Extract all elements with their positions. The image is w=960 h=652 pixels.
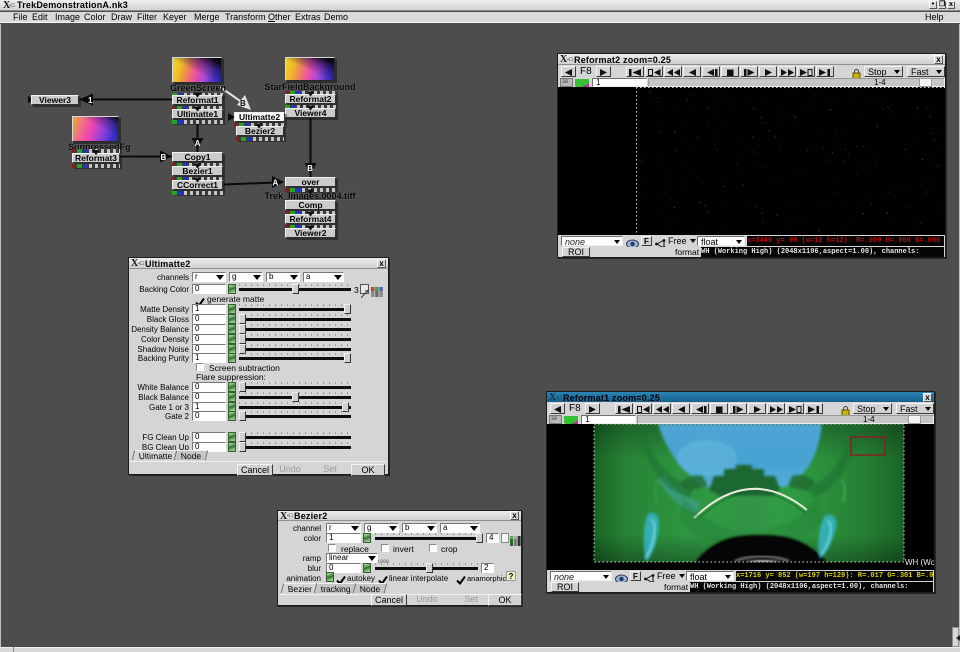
svg-text:WH (Wor: WH (Wor bbox=[905, 558, 934, 567]
